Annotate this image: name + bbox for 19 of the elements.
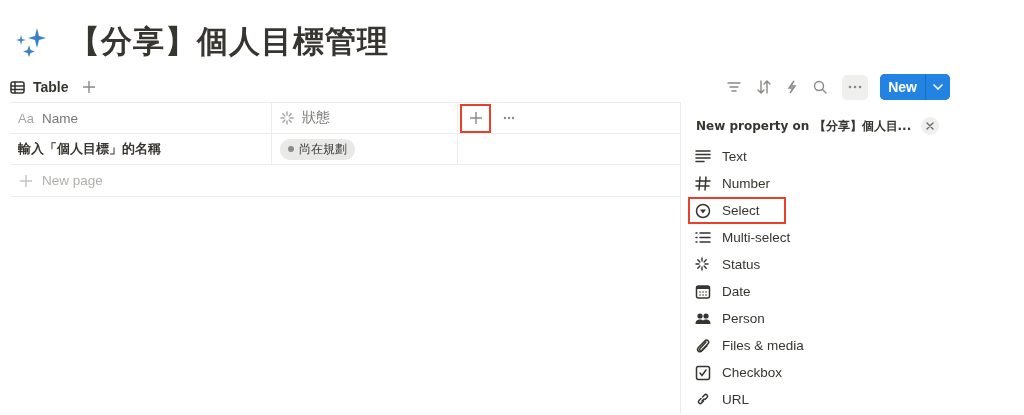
new-button[interactable]: New [880,74,926,100]
column-header[interactable]: 狀態 [272,103,458,133]
page-title: 【分享】個人目標管理 [69,22,389,61]
view-tab[interactable]: Table [10,75,69,99]
property-type-option[interactable]: Number [688,170,780,197]
property-type-option[interactable]: Files & media [688,332,814,359]
status-tag: 尚在規劃 [280,138,355,160]
table-cell[interactable]: 輸入「個人目標」的名稱 [10,134,272,164]
property-type-option[interactable]: Status [688,251,771,278]
column-header[interactable]: Aa Name [10,103,272,133]
property-type-option[interactable]: Multi-select [688,224,801,251]
property-type-option[interactable]: Date [688,278,761,305]
property-type-option[interactable]: URL [688,386,759,413]
property-type-option[interactable]: Checkbox [688,359,793,386]
panel-title: New property on 【分享】個人目... [696,117,912,135]
property-type-option[interactable]: Person [688,305,775,332]
property-type-option[interactable]: Select [688,197,786,224]
property-type-option[interactable]: Text [688,143,757,170]
text-type-icon: Aa [18,110,34,126]
